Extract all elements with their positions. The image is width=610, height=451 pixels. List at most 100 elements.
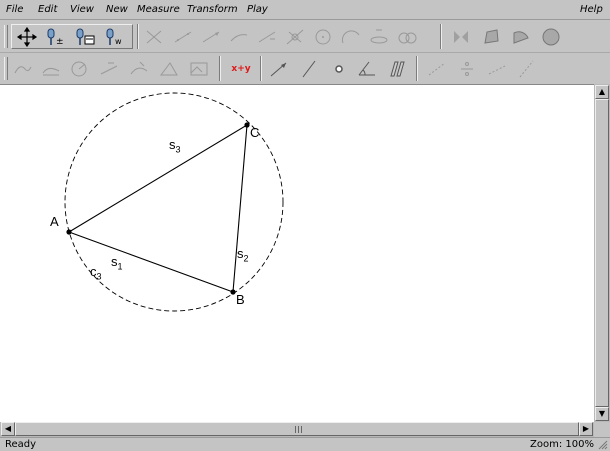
toolbar-grip[interactable]: [4, 57, 8, 80]
move-icon: [16, 26, 38, 47]
svg-text:±: ±: [56, 37, 64, 47]
straight-line-icon: [302, 60, 316, 77]
mirror-tool-button[interactable]: [448, 24, 474, 49]
ray-icon: [202, 31, 220, 42]
pointer-add-button[interactable]: ±: [42, 24, 68, 49]
toolbar-separator: [219, 56, 221, 81]
label-s2-sub: 2: [243, 253, 249, 264]
toolbar-grip[interactable]: [4, 25, 8, 48]
vector-tool-button[interactable]: [226, 24, 252, 49]
scale-tool-button[interactable]: [454, 56, 480, 81]
pointer-value-button[interactable]: w: [102, 24, 128, 49]
menu-edit[interactable]: Edit: [38, 4, 57, 15]
menu-edit-label: Edit: [38, 4, 58, 15]
resize-grip-icon[interactable]: [597, 439, 608, 450]
segment-s2[interactable]: [232, 124, 248, 293]
text-label-tool-button[interactable]: [10, 56, 36, 81]
label-segment-s1: s1: [111, 254, 123, 272]
ray-tool-button[interactable]: [198, 24, 224, 49]
circle-fill-tool-button[interactable]: [538, 24, 564, 49]
sector-tool-button[interactable]: [508, 24, 534, 49]
horizontal-scrollbar[interactable]: ◀ ▶: [0, 422, 594, 437]
script-tool-button[interactable]: [384, 56, 410, 81]
label-segment-s3: s3: [169, 137, 181, 155]
slope-measure-tool-button[interactable]: [156, 56, 182, 81]
angle-tool-button[interactable]: [354, 56, 380, 81]
statusbar: Ready Zoom: 100%: [0, 437, 610, 451]
menu-transform-label: Transform: [187, 4, 238, 15]
arc-tool-button[interactable]: [338, 24, 364, 49]
label-s1-sub: 1: [117, 261, 123, 272]
label-circle-c3: c3: [90, 264, 102, 282]
length-measure-icon: [100, 62, 118, 74]
kig-window: File Edit View New Measure Transform Pla…: [0, 0, 610, 451]
vertical-scroll-thumb[interactable]: [595, 99, 609, 407]
thumb-grip-line: [295, 426, 296, 433]
pointer-save-button[interactable]: [72, 24, 98, 49]
arrow-icon: [270, 62, 287, 76]
menu-transform[interactable]: Transform: [187, 4, 238, 15]
toolbar-separator: [416, 56, 418, 81]
svg-text:w: w: [115, 37, 122, 46]
thumb-grip-line: [301, 426, 302, 433]
thumb-grip-line: [298, 426, 299, 433]
locus-tool-button[interactable]: [394, 24, 420, 49]
script-icon: [390, 61, 405, 76]
text-label-icon: [14, 65, 32, 73]
menu-new[interactable]: New: [106, 4, 128, 15]
rotate-icon: [488, 65, 506, 74]
point-tool-button[interactable]: [326, 56, 352, 81]
straight-line-tool-button[interactable]: [296, 56, 322, 81]
arrow-vector-tool-button[interactable]: [266, 56, 292, 81]
angle-measure-tool-button[interactable]: [66, 56, 92, 81]
segment-icon: [146, 30, 162, 43]
toolbar-separator: [440, 24, 442, 49]
image-tool-button[interactable]: [186, 56, 212, 81]
point-c[interactable]: [244, 122, 250, 128]
label-segment-s2: s2: [237, 246, 249, 264]
curve-label-tool-button[interactable]: [38, 56, 64, 81]
translate-icon: [428, 62, 446, 75]
label-point-a: A: [50, 214, 59, 229]
segment-tool-button[interactable]: [141, 24, 167, 49]
perpendicular-tool-button[interactable]: [282, 24, 308, 49]
line-tool-button[interactable]: [170, 24, 196, 49]
arrow-down-icon: ▼: [598, 409, 606, 418]
curve-label-icon: [42, 67, 60, 75]
vertical-scrollbar[interactable]: ▲ ▼: [594, 84, 610, 422]
drawing-canvas[interactable]: A B C s3 s1 s2 c3: [0, 84, 594, 422]
menu-play[interactable]: Play: [247, 4, 268, 15]
coordinate-tool-button[interactable]: x+y: [226, 56, 256, 81]
vector-icon: [230, 33, 248, 41]
menu-view[interactable]: View: [70, 4, 94, 15]
geometry-drawing[interactable]: [0, 85, 594, 423]
length-measure-tool-button[interactable]: [96, 56, 122, 81]
polygon-fill-tool-button[interactable]: [478, 24, 504, 49]
perpendicular-icon: [286, 29, 304, 44]
scroll-up-button[interactable]: ▲: [595, 85, 609, 99]
horizontal-scroll-thumb[interactable]: [15, 422, 579, 436]
point-icon: [335, 64, 343, 73]
rotate-tool-button[interactable]: [484, 56, 510, 81]
segment-s3[interactable]: [68, 124, 248, 233]
segment-s1[interactable]: [68, 231, 234, 293]
point-a[interactable]: [66, 229, 72, 235]
circle-center-tool-button[interactable]: [310, 24, 336, 49]
scroll-right-button[interactable]: ▶: [579, 422, 593, 436]
harmonic-tool-button[interactable]: [514, 56, 540, 81]
move-tool-button[interactable]: [14, 24, 40, 49]
scroll-down-button[interactable]: ▼: [595, 407, 609, 421]
point-b[interactable]: [230, 289, 236, 295]
arrow-right-icon: ▶: [582, 424, 590, 433]
slope-measure-icon: [160, 61, 178, 75]
menu-measure[interactable]: Measure: [137, 4, 180, 15]
area-measure-tool-button[interactable]: [126, 56, 152, 81]
angle-measure-icon: [71, 61, 87, 76]
scroll-left-button[interactable]: ◀: [1, 422, 15, 436]
menu-help[interactable]: Help: [580, 4, 603, 15]
menu-file[interactable]: File: [6, 4, 23, 15]
conic-tool-button[interactable]: [366, 24, 392, 49]
pointer-value-icon: w: [106, 28, 122, 46]
translate-tool-button[interactable]: [424, 56, 450, 81]
parallel-tool-button[interactable]: [254, 24, 280, 49]
